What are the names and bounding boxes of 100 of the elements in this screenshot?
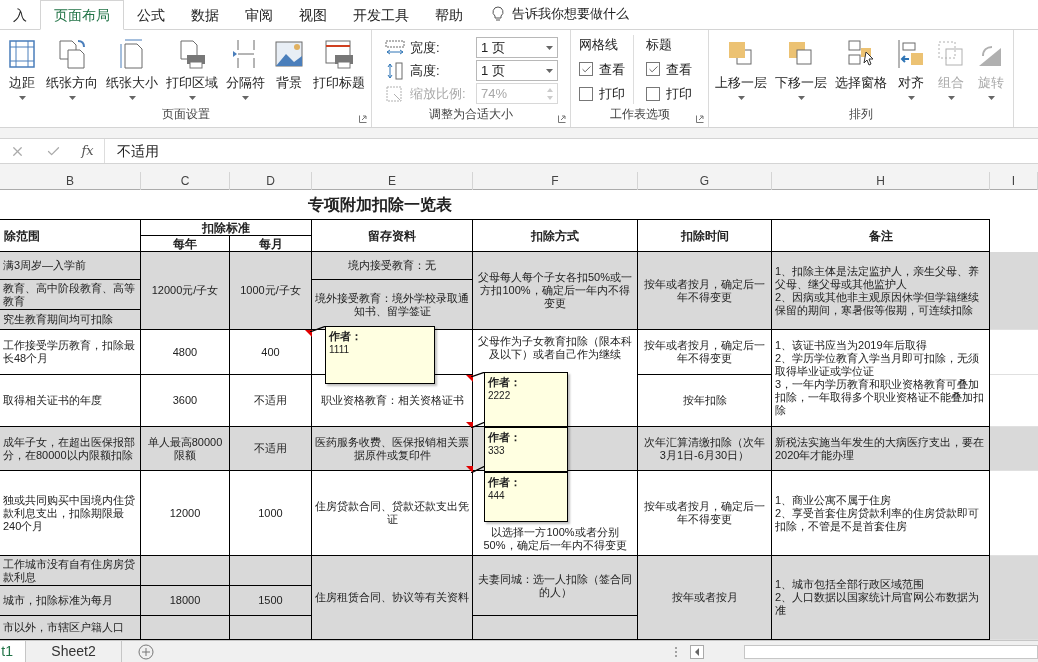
table-cell: 教育、高中阶段教育、高等教育 (0, 280, 141, 310)
group-label: 调整为合适大小 (429, 106, 513, 123)
comment-marker-icon (466, 466, 473, 473)
scroll-left-icon[interactable] (690, 644, 704, 659)
field-label: 缩放比例: (410, 84, 467, 103)
comment-author: 作者： (329, 329, 362, 343)
ribbon-button[interactable]: 打印区域 (164, 38, 220, 100)
width-icon (384, 38, 406, 57)
margins-icon (6, 38, 38, 70)
ribbon-tab[interactable]: 开发工具 (340, 0, 422, 30)
table-cell: 单人最高80000限额 (141, 427, 230, 471)
comment-text: 2222 (488, 389, 511, 402)
ribbon-button[interactable]: 纸张方向 (44, 38, 100, 100)
printer-icon (323, 38, 355, 70)
dialog-launcher-icon[interactable] (696, 115, 704, 123)
table-cell: 按年或者按月，确定后一年不得变更 (638, 252, 772, 330)
comment-box[interactable]: 作者： 444 (484, 472, 568, 522)
table-cell: 新税法实施当年发生的大病医疗支出，要在2020年才能办理 (772, 427, 990, 471)
ribbon-tab[interactable]: 帮助 (422, 0, 476, 30)
checkbox[interactable] (646, 62, 660, 77)
column-heading: 扣除时间 (680, 227, 729, 245)
dropdown-field[interactable]: 1 页 (476, 37, 558, 58)
column-heading: 扣除方式 (531, 227, 579, 245)
comment-author: 作者： (488, 475, 521, 489)
table-cell: 市以外，市辖区户籍人口 (0, 616, 141, 640)
table-cell: 12000元/子女 (141, 252, 230, 330)
table-cell: 境内接受教育：无 (312, 252, 473, 280)
tell-me-search[interactable]: 告诉我你想要做什么 (512, 4, 629, 24)
comment-box[interactable]: 作者： 2222 (484, 372, 568, 427)
table-cell: 次年汇算清缴扣除（次年3月1日-6月30日） (638, 427, 772, 471)
ribbon-button[interactable]: 上移一层 (713, 38, 769, 100)
ribbon-button[interactable]: 边距 (4, 38, 40, 100)
table-cell: 城市，扣除标准为每月 (0, 586, 141, 616)
table-cell: 境外接受教育：境外学校录取通知书、留学签证 (312, 280, 473, 330)
ribbon-tab[interactable]: 页面布局 (40, 0, 124, 30)
comment-box[interactable]: 作者： 333 (484, 427, 568, 472)
checkbox[interactable] (579, 86, 593, 101)
dialog-launcher-icon[interactable] (558, 115, 566, 123)
caret-icon (546, 68, 553, 73)
horizontal-scrollbar[interactable] (744, 644, 1038, 659)
ribbon-button[interactable]: 打印标题 (311, 38, 367, 102)
ribbon-tab[interactable]: 公式 (124, 0, 178, 30)
table-cell: 1500 (230, 586, 312, 616)
lightbulb-icon (492, 6, 504, 22)
table-cell: 1、该证书应当为2019年后取得 2、学历学位教育入学当月即可扣除，无须取得毕业证或学位证 3，一年内学历教育和职业资格教育可叠加扣除，一年取得多个职业资格证不能叠加扣除 (772, 330, 990, 427)
table-cell: 按年扣除 (638, 375, 772, 427)
ribbon-button[interactable]: 纸张大小 (104, 38, 160, 100)
spin-arrows-icon (547, 86, 553, 101)
column-heading: 扣除标准 (202, 219, 250, 237)
table-cell: 独或共同购买中国境内住贷款利息支出，扣除期限最240个月 (0, 471, 141, 556)
ribbon-tab[interactable]: 视图 (286, 0, 340, 30)
table-cell: 按年或者按月，确定后一年不得变更 (638, 471, 772, 556)
ribbon-tab[interactable]: 入 (0, 0, 40, 30)
table-cell: 夫妻同城：选一人扣除（签合同的人） (473, 556, 638, 616)
table-cell: 1000元/子女 (230, 252, 312, 330)
ribbon-button[interactable]: 分隔符 (224, 38, 267, 100)
ribbon-button[interactable]: 选择窗格 (833, 38, 889, 102)
table-cell: 究生教育期间均可扣除 (0, 310, 141, 330)
checkbox-label: 打印 (666, 85, 692, 103)
formula-input[interactable]: 不适用 (105, 140, 171, 162)
checkbox[interactable] (579, 62, 593, 77)
leader-line (310, 326, 326, 332)
add-sheet-icon[interactable] (138, 643, 154, 660)
table-cell: 住房贷款合同、贷款还款支出凭证 (312, 471, 473, 556)
field-label: 高度: (410, 61, 441, 80)
comment-text: 444 (488, 489, 505, 502)
ribbon-button[interactable]: 对齐 (893, 38, 929, 100)
comment-text: 1111 (329, 343, 350, 356)
dialog-launcher-icon[interactable] (359, 115, 367, 123)
comment-author: 作者： (488, 375, 521, 389)
sheet-tab[interactable]: t1 (0, 641, 26, 662)
checkbox-label: 查看 (666, 60, 692, 79)
table-cell: 工作城市没有自有住房房贷款利息 (0, 556, 141, 586)
ribbon-tab[interactable]: 数据 (178, 0, 232, 30)
ribbon-button[interactable]: 下移一层 (773, 38, 829, 100)
table-cell: 12000 (141, 471, 230, 556)
column-heading: 每月 (258, 235, 283, 253)
column-heading: 备注 (868, 227, 893, 245)
sheet-title: 专项附加扣除一览表 (308, 194, 452, 215)
table-cell: 按年或者按月 (638, 556, 772, 640)
table-cell: 不适用 (230, 375, 312, 427)
table-cell: 不适用 (230, 427, 312, 471)
dropdown-field[interactable]: 1 页 (476, 60, 558, 81)
checkbox[interactable] (646, 86, 660, 101)
group-label: 排列 (849, 106, 873, 123)
table-cell: 住房租赁合同、协议等有关资料 (312, 556, 473, 640)
column-heading: 每年 (173, 235, 197, 253)
checkbox-label: 打印 (599, 85, 625, 103)
table-cell: 取得相关证书的年度 (0, 375, 141, 427)
comment-box[interactable]: 作者： 1111 (325, 326, 435, 384)
column-heading: 除范围 (4, 227, 40, 245)
insert-function-button[interactable]: fx (81, 141, 94, 161)
sheet-tab[interactable]: Sheet2 (26, 641, 122, 662)
field-label: 宽度: (410, 38, 441, 57)
comment-marker-icon (466, 422, 473, 429)
table-cell: 1、商业公寓不属于住房 2、享受首套住房贷款利率的住房贷款即可扣除，不管是不是首套住房 (772, 471, 990, 556)
ribbon-tab[interactable]: 审阅 (232, 0, 286, 30)
table-cell: 18000 (141, 586, 230, 616)
option-heading: 网格线 (579, 36, 619, 54)
ribbon-button[interactable]: 背景 (271, 38, 307, 102)
